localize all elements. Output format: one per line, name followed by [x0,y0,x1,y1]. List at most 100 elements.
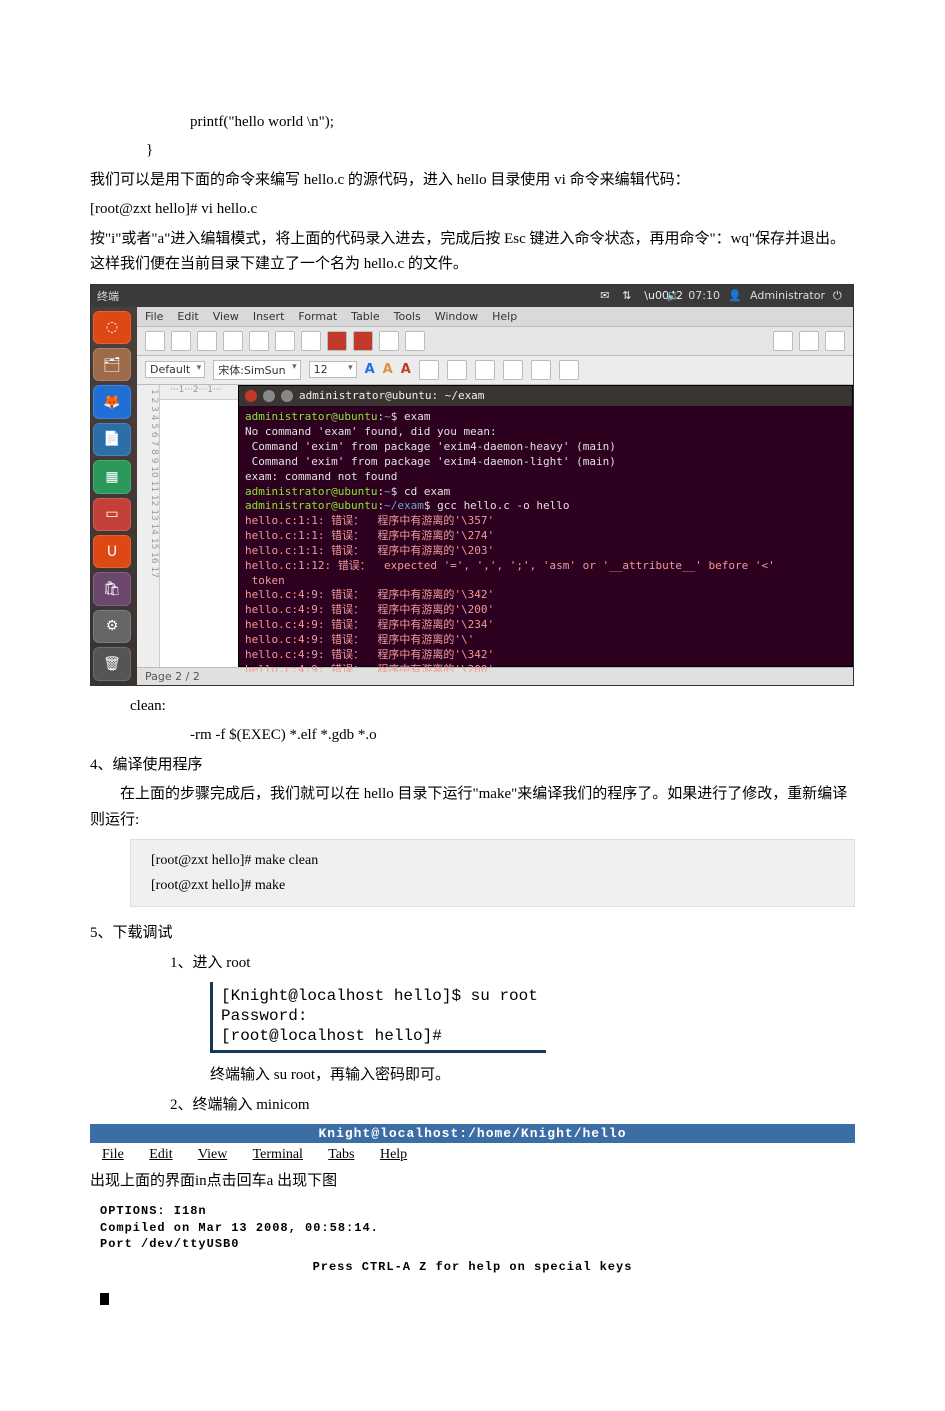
minimize-icon[interactable] [263,390,275,402]
zoom-icon[interactable] [825,331,845,351]
cut-icon[interactable] [249,331,269,351]
menu-table[interactable]: Table [351,310,379,323]
align-right-icon[interactable] [475,360,495,380]
underline-icon[interactable]: A [401,362,411,377]
software-center-icon[interactable]: 🛍 [93,572,131,605]
record-icon[interactable] [327,331,347,351]
menu-insert[interactable]: Insert [253,310,285,323]
align-center-icon[interactable] [447,360,467,380]
writer-icon[interactable]: 📄 [93,423,131,456]
trash-icon[interactable]: 🗑 [93,647,131,680]
terminal-titlebar[interactable]: administrator@ubuntu: ~/exam [239,386,852,407]
open-icon[interactable] [171,331,191,351]
make-commands-box: [root@zxt hello]# make clean [root@zxt h… [130,839,855,907]
menu-file[interactable]: File [102,1147,124,1162]
step-5-1-note: 终端输入 su root，再输入密码即可。 [210,1063,855,1089]
indent-dec-icon[interactable] [531,360,551,380]
size-combo[interactable]: 12 [309,361,357,378]
menubar: File Edit View Insert Format Table Tools… [137,307,853,327]
step-5-1: 1、进入 root [170,951,855,977]
ubuntu-screenshot: 终端 ✉ ⇅ \u0042 🔉 07:10 👤 Administrator ⏻ … [90,284,854,686]
minicom-line: OPTIONS: I18n [100,1203,845,1220]
menu-view[interactable]: View [213,310,239,323]
find-icon[interactable] [799,331,819,351]
menu-format[interactable]: Format [298,310,337,323]
stop-record-icon[interactable] [353,331,373,351]
step-5-2: 2、终端输入 minicom [170,1093,855,1119]
paste-icon[interactable] [301,331,321,351]
interjection-text: 出现上面的界面in点击回车a 出现下图 [90,1169,855,1195]
power-icon[interactable]: ⏻ [833,289,847,303]
gnome-terminal[interactable]: administrator@ubuntu: ~/exam administrat… [238,385,853,667]
username[interactable]: Administrator [750,289,825,302]
menu-file[interactable]: File [145,310,163,323]
minicom-titlebar: Knight@localhost:/home/Knight/hello [90,1124,855,1143]
clock[interactable]: 07:10 [688,289,720,302]
vertical-ruler: 1 2 3 4 5 6 7 8 9 10 11 12 13 14 15 16 1… [137,385,160,667]
font-combo[interactable]: 宋体:SimSun [213,360,300,380]
settings-icon[interactable]: ⚙ [93,610,131,643]
table-icon[interactable] [773,331,793,351]
save-icon[interactable] [197,331,217,351]
minicom-menubar: File Edit View Terminal Tabs Help [90,1143,855,1167]
section-4-title: 4、编译使用程序 [90,753,855,779]
print-icon[interactable] [223,331,243,351]
menu-tools[interactable]: Tools [394,310,421,323]
network-icon[interactable]: ⇅ [622,289,636,303]
menu-edit[interactable]: Edit [149,1147,172,1162]
ubuntu-one-icon[interactable]: U [93,535,131,568]
cursor-icon [100,1293,109,1305]
align-justify-icon[interactable] [503,360,523,380]
files-icon[interactable]: 🗂 [93,348,131,381]
indent-inc-icon[interactable] [559,360,579,380]
bluetooth-icon[interactable]: \u0042 [644,289,658,303]
minicom-line: Port /dev/ttyUSB0 [100,1236,845,1253]
firefox-icon[interactable]: 🦊 [93,385,131,418]
calc-icon[interactable]: ▦ [93,460,131,493]
code-line: printf("hello world \n"); [190,110,855,134]
standard-toolbar [137,327,853,356]
menu-terminal[interactable]: Terminal [253,1147,303,1162]
clean-command: -rm -f $(EXEC) *.elf *.gdb *.o [190,723,855,749]
italic-icon[interactable]: A [383,362,393,377]
volume-icon[interactable]: 🔉 [666,289,680,303]
section-4-body: 在上面的步骤完成后，我们就可以在 hello 目录下运行"make"来编译我们的… [90,782,855,833]
section-5-title: 5、下载调试 [90,921,855,947]
dash-icon[interactable]: ◌ [93,311,131,344]
terminal-title: administrator@ubuntu: ~/exam [299,389,484,404]
impress-icon[interactable]: ▭ [93,498,131,531]
active-app-label: 终端 [97,288,119,304]
clean-label: clean: [130,694,855,720]
menu-edit[interactable]: Edit [177,310,198,323]
undo-icon[interactable] [379,331,399,351]
formatting-toolbar: Default 宋体:SimSun 12 A A A [137,356,853,385]
make-clean-cmd: [root@zxt hello]# make clean [151,848,834,873]
redo-icon[interactable] [405,331,425,351]
term-line: [Knight@localhost hello]$ su root [221,986,538,1006]
menu-help[interactable]: Help [380,1147,407,1162]
close-icon[interactable] [245,390,257,402]
minicom-help-line: Press CTRL-A Z for help on special keys [100,1259,845,1276]
terminal-body[interactable]: administrator@ubuntu:~$ exam No command … [239,406,852,672]
make-cmd: [root@zxt hello]# make [151,873,834,898]
code-line: } [146,138,855,164]
minicom-output: OPTIONS: I18n Compiled on Mar 13 2008, 0… [90,1197,855,1351]
menu-help[interactable]: Help [492,310,517,323]
menu-window[interactable]: Window [435,310,478,323]
menu-view[interactable]: View [198,1147,227,1162]
align-left-icon[interactable] [419,360,439,380]
libreoffice-window: File Edit View Insert Format Table Tools… [137,307,853,685]
new-icon[interactable] [145,331,165,351]
bold-icon[interactable]: A [365,362,375,377]
maximize-icon[interactable] [281,390,293,402]
mail-icon[interactable]: ✉ [600,289,614,303]
user-icon[interactable]: 👤 [728,289,742,303]
copy-icon[interactable] [275,331,295,351]
menu-tabs[interactable]: Tabs [328,1147,354,1162]
su-root-terminal: [Knight@localhost hello]$ su root Passwo… [210,982,546,1053]
term-line: [root@localhost hello]# [221,1026,538,1046]
paragraph: 我们可以是用下面的命令来编写 hello.c 的源代码，进入 hello 目录使… [90,168,855,194]
paragraph: 按"i"或者"a"进入编辑模式，将上面的代码录入进去，完成后按 Esc 键进入命… [90,227,855,278]
code-fragment: printf("hello world \n"); [190,110,855,134]
style-combo[interactable]: Default [145,361,205,378]
